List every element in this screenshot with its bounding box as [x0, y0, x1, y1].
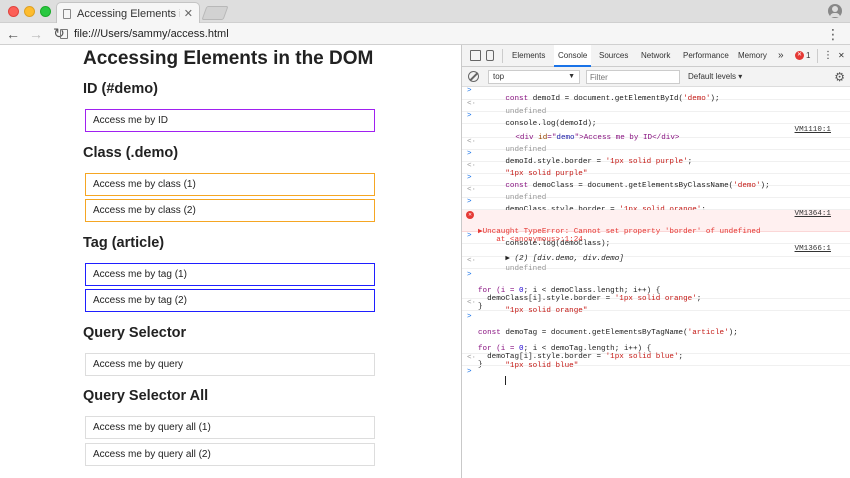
- url-text[interactable]: file:///Users/sammy/access.html: [74, 28, 229, 40]
- devtools-panel: Elements Console Sources Network Perform…: [461, 45, 850, 478]
- demo-box-class-2: Access me by class (2): [85, 199, 375, 222]
- chevron-right-icon: >: [467, 271, 472, 279]
- browser-toolbar: ← → ↻ file:///Users/sammy/access.html ⋮: [0, 23, 850, 45]
- maximize-window-button[interactable]: [40, 6, 51, 17]
- page-icon: [60, 29, 68, 39]
- back-button[interactable]: ←: [3, 24, 23, 44]
- return-icon: <·: [467, 299, 477, 307]
- demo-box-query: Access me by query: [85, 353, 375, 376]
- filter-input[interactable]: [586, 70, 680, 84]
- console-filter-bar: top ▼ Default levels ▾ ⚙: [462, 67, 850, 87]
- tab-network[interactable]: Network: [637, 45, 674, 67]
- more-tabs-button[interactable]: »: [774, 45, 788, 67]
- tab-sources[interactable]: Sources: [595, 45, 632, 67]
- section-heading-query-all: Query Selector All: [83, 388, 209, 404]
- console-result-line: <· "1px solid orange": [462, 299, 850, 315]
- devtools-tab-bar: Elements Console Sources Network Perform…: [462, 45, 850, 67]
- demo-box-query-all-2: Access me by query all (2): [85, 443, 375, 466]
- close-tab-icon[interactable]: ✕: [184, 7, 193, 20]
- window-titlebar: Accessing Elements in the DOM ✕: [0, 0, 850, 24]
- log-levels-select[interactable]: Default levels ▾: [688, 70, 742, 84]
- demo-box-tag-2: Access me by tag (2): [85, 289, 375, 312]
- chevron-right-icon: >: [467, 87, 472, 95]
- demo-box-query-all-1: Access me by query all (1): [85, 416, 375, 439]
- console-result-line: <· undefined: [462, 100, 850, 116]
- tab-console[interactable]: Console: [554, 45, 592, 67]
- close-devtools-icon[interactable]: ✕: [834, 45, 849, 67]
- forward-button[interactable]: →: [26, 24, 46, 44]
- context-value: top: [493, 72, 505, 81]
- console-error-line: ✕ ▶Uncaught TypeError: Cannot set propert…: [462, 210, 850, 244]
- chevron-right-icon: >: [467, 232, 472, 240]
- log-levels-label: Default levels: [688, 72, 737, 81]
- console-prompt-line[interactable]: >: [462, 366, 850, 385]
- section-heading-query: Query Selector: [83, 325, 187, 341]
- menu-icon[interactable]: ⋮: [826, 26, 840, 43]
- section-heading-id: ID (#demo): [83, 81, 158, 97]
- return-icon: <·: [467, 257, 477, 265]
- chevron-right-icon: >: [467, 150, 472, 158]
- chevron-right-icon: >: [467, 368, 472, 376]
- address-bar[interactable]: file:///Users/sammy/access.html: [60, 25, 820, 43]
- profile-icon[interactable]: [828, 4, 842, 18]
- error-count[interactable]: 1: [806, 45, 810, 67]
- gear-icon[interactable]: ⚙: [834, 70, 845, 84]
- new-tab-button[interactable]: [201, 6, 229, 20]
- console-log-line: <div id="demo">Access me by ID</div> VM1…: [462, 124, 850, 142]
- return-icon: <·: [467, 100, 477, 108]
- console-input-line: > for (i = 0; i < demoClass.length; i++) …: [462, 269, 850, 311]
- console-input-line: > const demoTag = document.getElementsByT…: [462, 311, 850, 369]
- page-title: Accessing Elements in the DOM: [83, 48, 374, 69]
- console-result-line: <· "1px solid purple": [462, 162, 850, 178]
- demo-box-class-1: Access me by class (1): [85, 173, 375, 196]
- chevron-right-icon: >: [467, 112, 472, 120]
- error-icon: ✕: [466, 211, 474, 219]
- minimize-window-button[interactable]: [24, 6, 35, 17]
- section-heading-tag: Tag (article): [83, 235, 165, 251]
- demo-box-id: Access me by ID: [85, 109, 375, 132]
- text-cursor: [505, 376, 507, 385]
- divider: [817, 49, 818, 63]
- source-link[interactable]: VM1364:1: [795, 210, 831, 218]
- console-output[interactable]: > const demoId = document.getElementById(…: [462, 87, 850, 478]
- chevron-down-icon: ▾: [738, 72, 743, 81]
- console-result-line: <· undefined: [462, 186, 850, 202]
- return-icon: <·: [467, 138, 477, 146]
- console-result-line: <· "1px solid blue": [462, 354, 850, 370]
- section-heading-class: Class (.demo): [83, 145, 179, 161]
- context-select[interactable]: top ▼: [488, 70, 580, 84]
- console-input-line: > console.log(demoId);: [462, 112, 850, 128]
- return-icon: <·: [467, 354, 477, 362]
- console-result-line: <· undefined: [462, 257, 850, 273]
- return-icon: <·: [467, 186, 477, 194]
- console-input-line: > const demoClass = document.getElementsB…: [462, 174, 850, 190]
- page-content: Accessing Elements in the DOM ID (#demo)…: [0, 45, 461, 478]
- tab-memory[interactable]: Memory: [734, 45, 771, 67]
- chevron-right-icon: >: [467, 313, 472, 321]
- chevron-right-icon: >: [467, 174, 472, 182]
- tab-title: Accessing Elements in the DOM: [77, 7, 180, 20]
- console-input-line: > demoId.style.border = '1px solid purple…: [462, 150, 850, 166]
- browser-tab[interactable]: Accessing Elements in the DOM ✕: [56, 2, 200, 24]
- clear-console-icon[interactable]: [468, 71, 479, 82]
- chevron-right-icon: >: [467, 198, 472, 206]
- console-log-line[interactable]: ▶ (2) [div.demo, div.demo] VM1366:1: [462, 244, 850, 263]
- tab-elements[interactable]: Elements: [508, 45, 549, 67]
- source-link[interactable]: VM1110:1: [795, 126, 831, 134]
- console-input-line: >demoClass.style.border = '1px solid ora…: [462, 198, 850, 214]
- console-input-line: > console.log(demoClass);: [462, 232, 850, 248]
- page-icon: [63, 8, 71, 19]
- close-window-button[interactable]: [8, 6, 19, 17]
- tab-performance[interactable]: Performance: [679, 45, 733, 67]
- error-icon[interactable]: ✕: [795, 51, 804, 60]
- chevron-down-icon: ▼: [568, 73, 575, 80]
- console-input-line: > const demoId = document.getElementById(…: [462, 87, 850, 103]
- device-toolbar-icon[interactable]: [486, 50, 494, 61]
- inspect-element-icon[interactable]: [470, 50, 481, 61]
- source-link[interactable]: VM1366:1: [795, 245, 831, 253]
- console-result-line: <· undefined: [462, 138, 850, 154]
- divider: [502, 49, 503, 63]
- demo-box-tag-1: Access me by tag (1): [85, 263, 375, 286]
- return-icon: <·: [467, 162, 477, 170]
